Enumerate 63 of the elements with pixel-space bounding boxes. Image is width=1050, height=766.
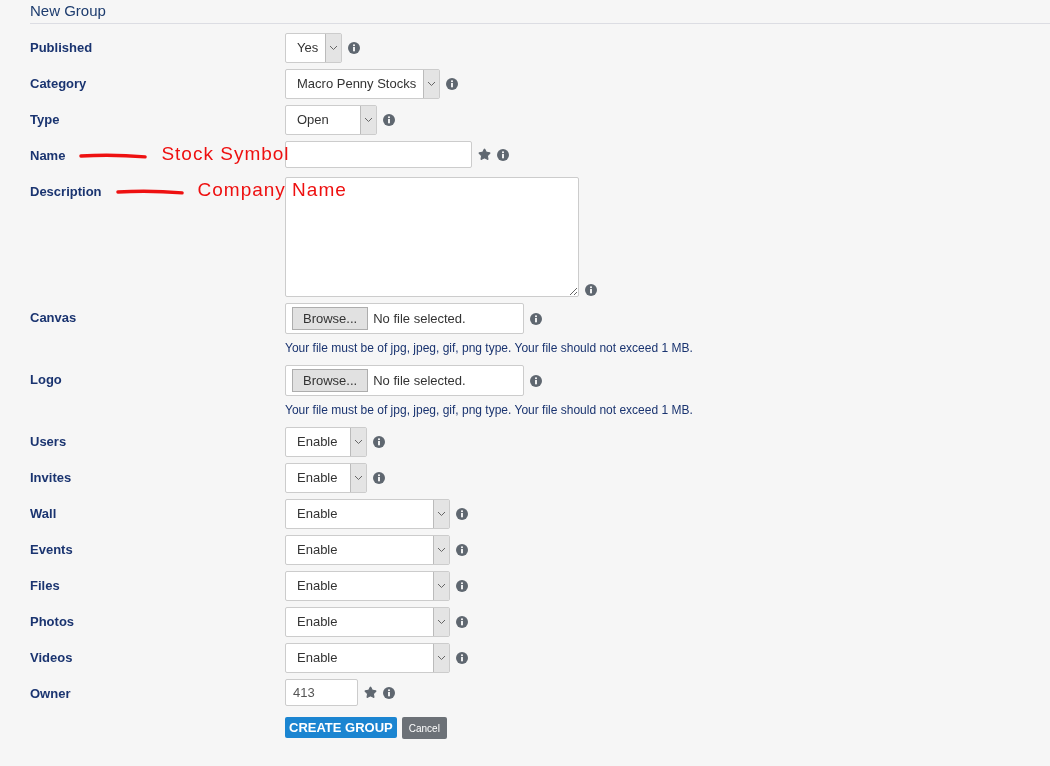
info-icon xyxy=(456,508,468,520)
field-label: Type xyxy=(30,111,60,130)
caret-icon xyxy=(354,439,363,445)
info-icon xyxy=(373,472,385,484)
underline-stroke xyxy=(79,153,148,159)
field-label: Category xyxy=(30,75,87,94)
dropdown-select[interactable]: Yes xyxy=(285,33,342,63)
file-input[interactable]: Browse... No file selected. xyxy=(285,303,524,334)
caret-icon xyxy=(437,619,446,625)
caret-icon xyxy=(354,475,363,481)
field-label: Files xyxy=(30,577,60,596)
field-label: Logo xyxy=(30,371,62,390)
caret-icon xyxy=(329,45,338,51)
file-input[interactable]: Browse... No file selected. xyxy=(285,365,524,396)
caret-icon xyxy=(437,583,446,589)
input-field[interactable]: 413 xyxy=(285,679,358,706)
field-label: Videos xyxy=(30,649,73,668)
dropdown-select[interactable]: Open xyxy=(285,105,377,135)
field-label: Invites xyxy=(30,469,72,488)
dropdown-select[interactable]: Enable xyxy=(285,463,367,493)
dropdown-select[interactable]: Enable xyxy=(285,571,450,601)
dropdown-select[interactable]: Enable xyxy=(285,535,450,565)
field-label: Canvas xyxy=(30,309,77,328)
file-hint-text: Your file must be of jpg, jpeg, gif, png type. Your file should not exceed 1 MB. xyxy=(285,402,693,419)
field-label: Owner xyxy=(30,685,71,704)
field-label: Users xyxy=(30,433,67,452)
cancel-button[interactable]: Cancel xyxy=(401,717,447,739)
field-label: Wall xyxy=(30,505,57,524)
field-label: Events xyxy=(30,541,73,560)
info-icon xyxy=(585,284,597,296)
file-hint-text: Your file must be of jpg, jpeg, gif, png type. Your file should not exceed 1 MB. xyxy=(285,340,693,357)
caret-icon xyxy=(427,81,436,87)
dropdown-select[interactable]: Enable xyxy=(285,427,367,457)
textarea-field[interactable] xyxy=(285,177,579,297)
info-icon xyxy=(456,580,468,592)
caret-icon xyxy=(437,547,446,553)
caret-icon xyxy=(364,117,373,123)
form-title: New Group xyxy=(30,1,107,21)
field-label: Description xyxy=(30,183,102,202)
info-icon xyxy=(497,148,509,161)
field-label: Published xyxy=(30,39,93,58)
dropdown-select[interactable]: Enable xyxy=(285,607,450,637)
info-icon xyxy=(383,114,395,126)
info-icon xyxy=(348,42,360,54)
caret-icon xyxy=(437,655,446,661)
underline-stroke xyxy=(115,189,184,195)
caret-icon xyxy=(437,511,446,517)
field-label: Name xyxy=(30,147,66,166)
dropdown-select[interactable]: Macro Penny Stocks xyxy=(285,69,440,99)
annotation-text: Stock Symbol xyxy=(161,141,290,166)
info-icon xyxy=(373,436,385,448)
info-icon xyxy=(456,616,468,628)
create-group-button[interactable]: CREATE GROUP xyxy=(285,717,397,738)
info-icon xyxy=(446,78,458,90)
dropdown-select[interactable]: Enable xyxy=(285,499,450,529)
annotation-text: Company Name xyxy=(197,177,347,202)
info-icon xyxy=(530,312,542,325)
info-icon xyxy=(383,686,395,699)
info-icon xyxy=(456,652,468,664)
dropdown-select[interactable]: Enable xyxy=(285,643,450,673)
info-icon xyxy=(530,374,542,387)
field-label: Photos xyxy=(30,613,75,632)
info-icon xyxy=(456,544,468,556)
